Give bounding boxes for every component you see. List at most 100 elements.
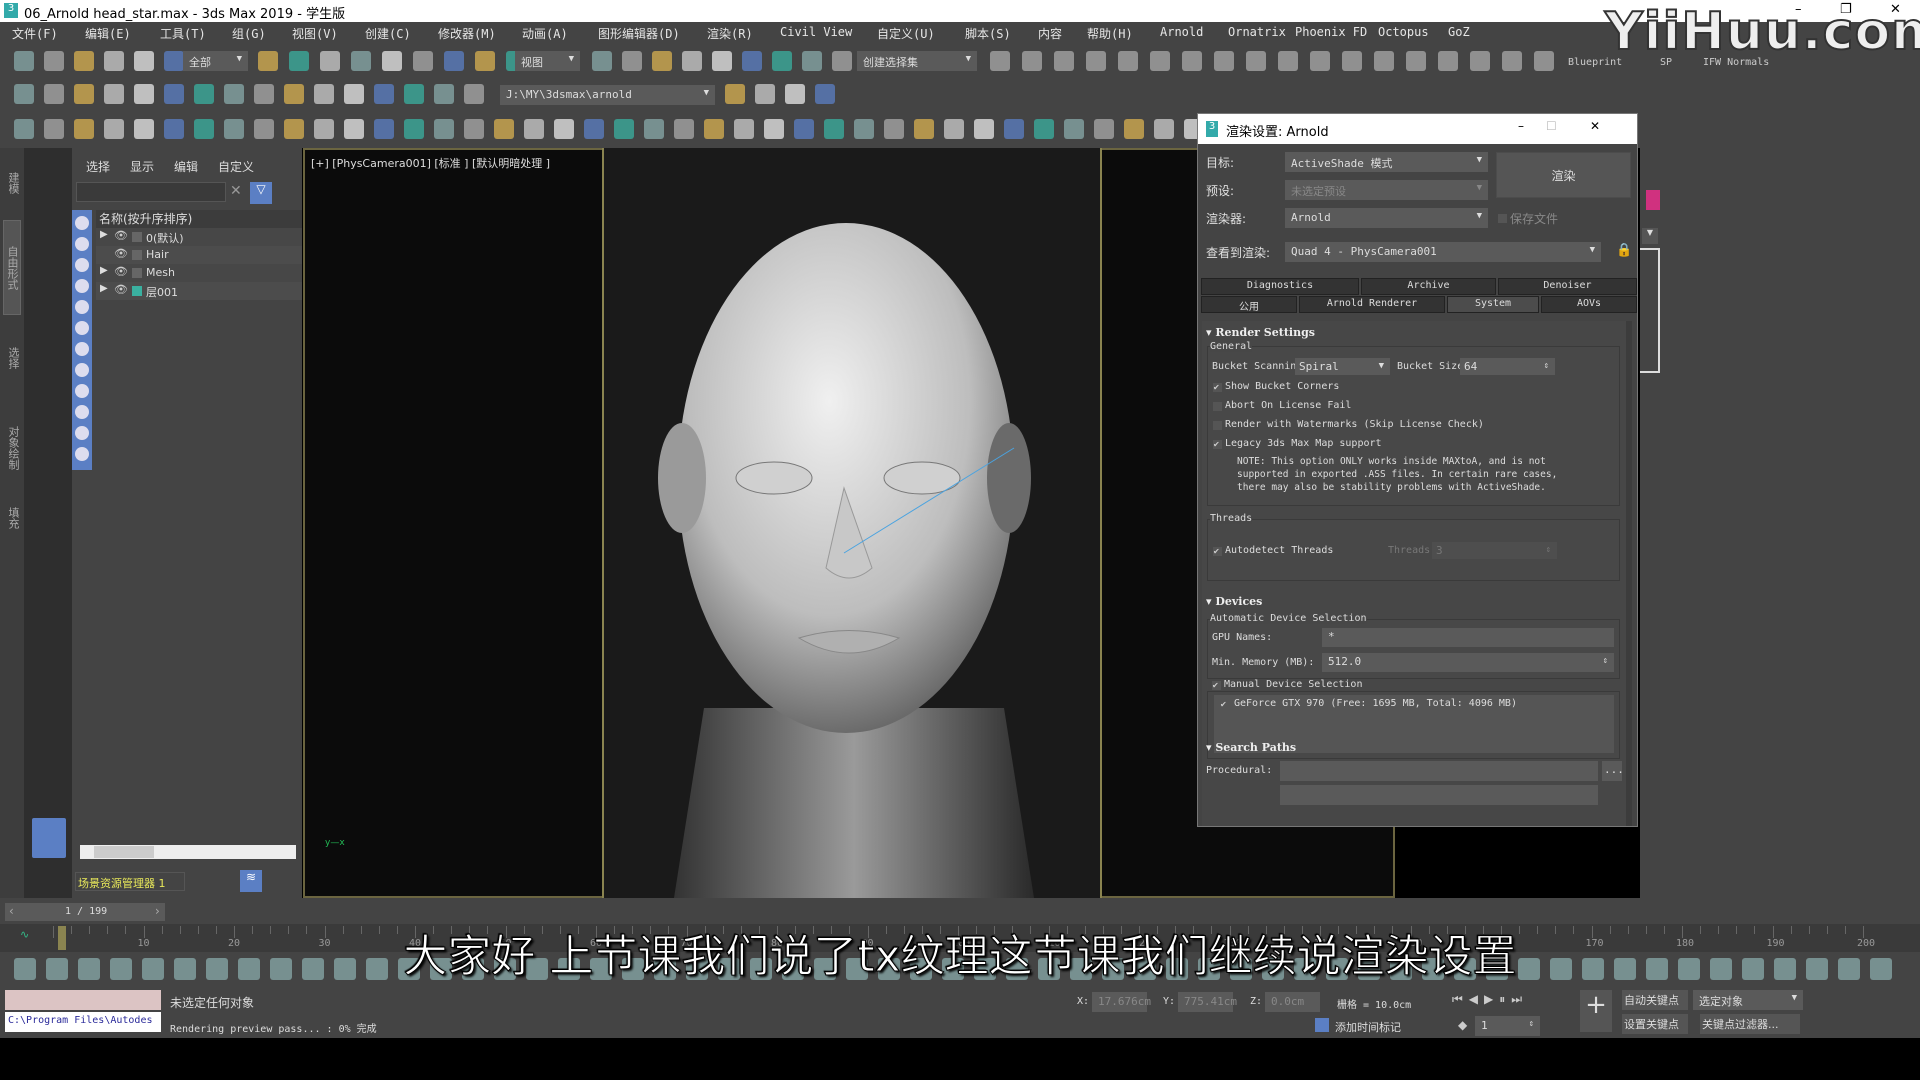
time-tag-icon[interactable]: [1315, 1018, 1329, 1032]
filter-type-icon[interactable]: [75, 405, 89, 419]
auto-key-button[interactable]: 自动关键点: [1622, 990, 1688, 1010]
toolbar-icon[interactable]: [1214, 51, 1234, 71]
devices-rollout[interactable]: ▾ Devices: [1206, 595, 1262, 608]
threads-spinner[interactable]: 3 ⇕: [1432, 542, 1557, 559]
prev-frame-icon[interactable]: ‹: [9, 904, 14, 918]
toolbar-icon[interactable]: [104, 51, 124, 71]
toolbar-icon[interactable]: [1278, 51, 1298, 71]
toolbar-icon[interactable]: [194, 84, 214, 104]
toolbar-icon[interactable]: [258, 51, 278, 71]
toolbar-icon[interactable]: [413, 51, 433, 71]
toolbar-icon[interactable]: [584, 119, 604, 139]
explorer-search-input[interactable]: [76, 182, 226, 202]
toolbar-icon[interactable]: [944, 119, 964, 139]
toolbar-icon[interactable]: [224, 84, 244, 104]
toolbar-icon[interactable]: [644, 119, 664, 139]
menu-item[interactable]: 脚本(S): [965, 25, 1011, 42]
toolbar-icon[interactable]: [734, 119, 754, 139]
named-selection-dropdown[interactable]: 创建选择集 ▼: [857, 51, 977, 71]
menu-item[interactable]: GoZ: [1448, 25, 1470, 39]
toolbar-icon[interactable]: [404, 84, 424, 104]
visibility-eye-icon[interactable]: 👁: [114, 283, 128, 296]
explorer-scrollbar[interactable]: [80, 845, 296, 859]
toolbar-icon[interactable]: [524, 119, 544, 139]
menu-item[interactable]: Civil View: [780, 25, 852, 39]
view-to-render-dropdown[interactable]: Quad 4 - PhysCamera001 ▼: [1285, 242, 1601, 262]
tab-archive[interactable]: Archive: [1361, 278, 1496, 295]
x-coord-field[interactable]: 17.676cm: [1092, 992, 1151, 1012]
layer-name[interactable]: 层001: [146, 284, 178, 300]
menu-item[interactable]: 渲染(R): [707, 25, 753, 42]
scrollbar-thumb[interactable]: [94, 846, 154, 858]
toolbar-icon[interactable]: [802, 51, 822, 71]
visibility-eye-icon[interactable]: 👁: [114, 265, 128, 278]
gpu-names-input[interactable]: *: [1322, 628, 1614, 647]
min-memory-spinner[interactable]: 512.0 ⇕: [1322, 653, 1614, 672]
menu-item[interactable]: 创建(C): [365, 25, 411, 42]
toolbar-icon[interactable]: [44, 84, 64, 104]
lock-icon[interactable]: 🔒: [1616, 243, 1632, 258]
filter-type-icon[interactable]: [75, 300, 89, 314]
selection-filter-dropdown[interactable]: 全部 ▼: [183, 51, 248, 71]
toolbar-icon[interactable]: [351, 51, 371, 71]
procedural-browse-button[interactable]: ...: [1602, 761, 1624, 781]
next-frame-icon[interactable]: ›: [155, 904, 160, 918]
menu-item[interactable]: 编辑(E): [85, 25, 131, 42]
toolbar-icon[interactable]: [1004, 119, 1024, 139]
toolbar-icon[interactable]: [914, 119, 934, 139]
menu-item[interactable]: Arnold: [1160, 25, 1203, 39]
toolbar-icon[interactable]: [772, 51, 792, 71]
menu-item[interactable]: 修改器(M): [438, 25, 496, 42]
add-time-tag[interactable]: 添加时间标记: [1335, 1019, 1401, 1035]
toolbar-icon[interactable]: [854, 119, 874, 139]
expand-arrow-icon[interactable]: ▶: [100, 229, 108, 240]
content-scrollbar[interactable]: [1626, 321, 1632, 826]
panel-list[interactable]: [1640, 248, 1660, 373]
toolbar-icon[interactable]: [742, 51, 762, 71]
toolbar-icon[interactable]: [1534, 51, 1554, 71]
option-checkbox[interactable]: ✔: [1213, 440, 1222, 449]
toolbar-icon[interactable]: [74, 51, 94, 71]
menu-item[interactable]: 自定义(U): [877, 25, 935, 42]
tab-denoiser[interactable]: Denoiser: [1498, 278, 1637, 295]
tab-diagnostics[interactable]: Diagnostics: [1201, 278, 1359, 295]
layer-row[interactable]: ▶ 👁 Mesh: [96, 264, 302, 282]
toolbar-icon[interactable]: [884, 119, 904, 139]
toolbar-icon[interactable]: [1310, 51, 1330, 71]
toolbar-icon[interactable]: [14, 84, 34, 104]
toolbar-icon[interactable]: [464, 84, 484, 104]
toolbar-icon[interactable]: [1438, 51, 1458, 71]
toolbar-icon[interactable]: [464, 119, 484, 139]
toolbar-icon[interactable]: [494, 119, 514, 139]
toolbar-icon[interactable]: [1022, 51, 1042, 71]
toolbar-icon[interactable]: [194, 119, 214, 139]
filter-type-icon[interactable]: [75, 342, 89, 356]
toolbar-icon[interactable]: [614, 119, 634, 139]
project-path-dropdown[interactable]: J:\MY\3dsmax\arnold ▼: [500, 85, 715, 105]
toolbar-icon[interactable]: [554, 119, 574, 139]
toolbar-icon[interactable]: [74, 119, 94, 139]
preset-dropdown[interactable]: 未选定预设 ▼: [1285, 180, 1488, 200]
toolbar-icon[interactable]: [134, 51, 154, 71]
toolbar-icon[interactable]: [1470, 51, 1490, 71]
layer-row[interactable]: 👁 Hair: [96, 246, 302, 264]
key-mode-icon[interactable]: ◆: [1458, 1018, 1467, 1032]
option-checkbox[interactable]: [1213, 402, 1222, 411]
panel-toggle-icon[interactable]: [32, 818, 66, 858]
tab-freeform[interactable]: 自由形式: [3, 220, 21, 315]
playback-controls[interactable]: ⏮◀▶⏸⏭: [1452, 992, 1528, 1007]
toolbar-icon[interactable]: [382, 51, 402, 71]
toolbar-icon[interactable]: [1374, 51, 1394, 71]
toolbar-icon[interactable]: [725, 84, 745, 104]
menu-item[interactable]: 帮助(H): [1087, 25, 1133, 42]
toolbar-icon[interactable]: [1034, 119, 1054, 139]
menu-item[interactable]: Octopus: [1378, 25, 1429, 39]
explorer-menu-display[interactable]: 显示: [130, 158, 154, 175]
panel-dropdown[interactable]: ▼: [1642, 228, 1658, 244]
toolbar-icon[interactable]: [164, 51, 184, 71]
toolbar-icon[interactable]: [434, 119, 454, 139]
toolbar-icon[interactable]: [592, 51, 612, 71]
toolbar-icon[interactable]: [314, 84, 334, 104]
target-dropdown[interactable]: ActiveShade 模式 ▼: [1285, 152, 1488, 172]
toolbar-icon[interactable]: [344, 119, 364, 139]
